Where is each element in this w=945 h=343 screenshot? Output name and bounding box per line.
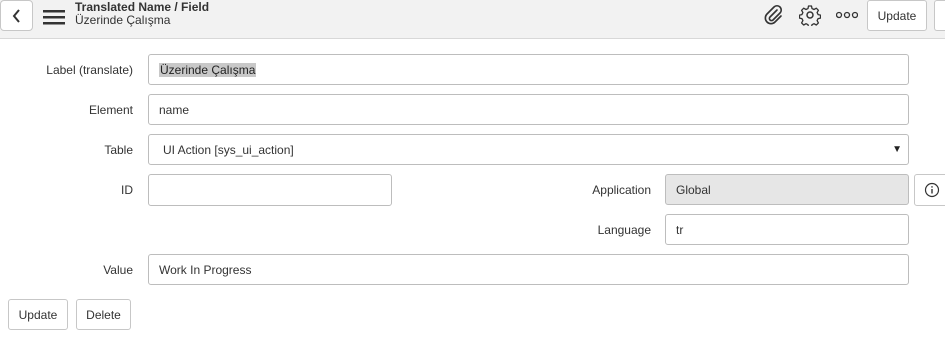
page-title: Translated Name / Field Üzerinde Çalışma (75, 1, 209, 27)
application-info-button[interactable] (914, 174, 945, 206)
id-input[interactable] (148, 174, 392, 206)
value-input[interactable]: Work In Progress (148, 254, 909, 285)
more-icon (836, 11, 858, 19)
header-overflow-button[interactable] (934, 0, 945, 31)
settings-button[interactable] (798, 3, 822, 27)
table-select-value: UI Action [sys_ui_action] (163, 142, 294, 157)
menu-icon[interactable] (43, 8, 65, 26)
language-input[interactable]: tr (665, 214, 909, 245)
label-translate-value: Üzerinde Çalışma (159, 62, 257, 77)
value-field-label: Value (103, 263, 133, 277)
label-translate-input[interactable]: Üzerinde Çalışma (148, 54, 909, 85)
table-select[interactable]: UI Action [sys_ui_action] ▼ (148, 134, 909, 165)
chevron-down-icon: ▼ (892, 144, 902, 155)
element-input[interactable]: name (148, 94, 909, 125)
form-header: Translated Name / Field Üzerinde Çalışma… (0, 0, 945, 39)
language-field-label: Language (597, 223, 651, 237)
update-button[interactable]: Update (8, 299, 68, 330)
header-update-button[interactable]: Update (867, 0, 927, 31)
table-field-label: Table (104, 143, 133, 157)
paperclip-icon (764, 4, 783, 25)
more-options-button[interactable] (835, 3, 859, 27)
gear-icon (799, 5, 821, 26)
application-field-label: Application (592, 183, 651, 197)
info-icon (924, 182, 939, 198)
back-icon (12, 8, 20, 23)
record-display-value: Üzerinde Çalışma (75, 13, 171, 27)
element-field-label: Element (88, 103, 133, 117)
attachment-button[interactable] (761, 3, 785, 27)
application-input: Global (665, 174, 909, 205)
label-field-label: Label (translate) (46, 63, 133, 77)
delete-button[interactable]: Delete (76, 299, 131, 330)
back-button[interactable] (0, 0, 33, 31)
id-field-label: ID (121, 183, 133, 197)
